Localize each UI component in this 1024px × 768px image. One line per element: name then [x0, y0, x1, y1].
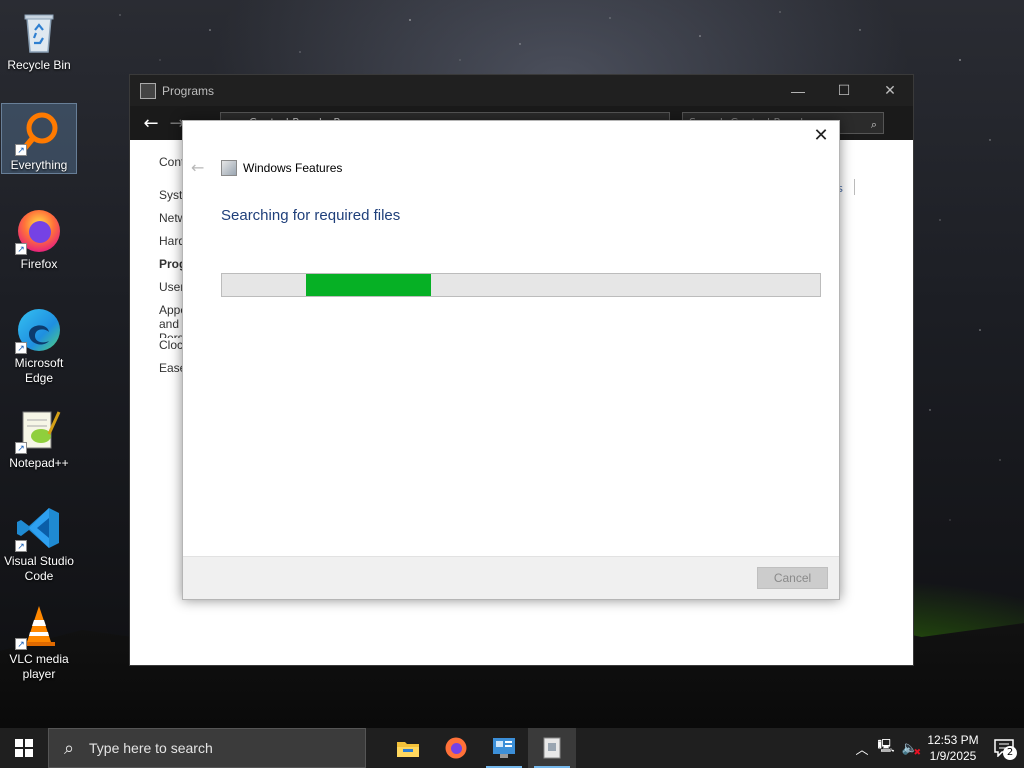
search-placeholder: Type here to search	[89, 740, 213, 756]
notepad-plus-plus-icon: ↗	[15, 406, 63, 454]
sidebar-item-users[interactable]: User Accounts	[159, 280, 182, 303]
taskbar: ⌕ Type here to search ︿ 🖳 🔈 ✖ 12:53 PM 1/…	[0, 728, 1024, 768]
taskbar-windows-features[interactable]	[528, 728, 576, 768]
shortcut-arrow-icon: ↗	[15, 638, 27, 650]
desktop-icon-notepadpp[interactable]: ↗ Notepad++	[2, 402, 76, 472]
back-arrow-icon[interactable]: ←	[138, 113, 164, 134]
desktop-icon-vlc[interactable]: ↗ VLC media player	[2, 598, 76, 684]
desktop-icon-label: Everything	[10, 158, 68, 172]
network-icon[interactable]: 🖳	[874, 737, 898, 759]
vlc-cone-icon: ↗	[15, 602, 63, 650]
shortcut-arrow-icon: ↗	[15, 540, 27, 552]
control-panel-icon	[493, 738, 515, 758]
desktop-icon-label: Visual Studio Code	[4, 554, 74, 583]
back-arrow-icon: ←	[191, 158, 205, 177]
desktop-icon-recycle-bin[interactable]: Recycle Bin	[2, 4, 76, 76]
file-explorer-icon	[397, 742, 419, 757]
minimize-button[interactable]: —	[775, 75, 821, 106]
search-icon: ⌕	[63, 737, 75, 758]
taskbar-search-input[interactable]: ⌕ Type here to search	[48, 728, 366, 768]
sidebar-item-appearance[interactable]: Appearance and Personalization	[159, 303, 182, 338]
control-panel-titlebar[interactable]: Programs — ☐ ✕	[130, 75, 913, 106]
search-icon: ⌕	[870, 118, 877, 131]
everything-search-icon: ↗	[15, 108, 63, 156]
sidebar-item-ease[interactable]: Ease of Access	[159, 361, 182, 384]
windows-features-icon	[543, 737, 561, 759]
sidebar-item-system[interactable]: System and Security	[159, 188, 182, 211]
notification-count-badge: 2	[1003, 746, 1017, 760]
taskbar-file-explorer[interactable]	[384, 728, 432, 768]
desktop-icon-label: VLC media player	[9, 652, 69, 681]
shortcut-arrow-icon: ↗	[15, 342, 27, 354]
desktop-icon-edge[interactable]: ↗ Microsoft Edge	[2, 302, 76, 388]
sidebar-item-home[interactable]: Control Panel Home	[159, 155, 182, 178]
clock[interactable]: 12:53 PM 1/9/2025	[922, 732, 984, 764]
window-title: Programs	[162, 83, 215, 98]
desktop-icon-label: Notepad++	[9, 456, 69, 470]
taskbar-firefox[interactable]	[432, 728, 480, 768]
vscode-icon: ↗	[15, 504, 63, 552]
control-panel-sidebar: Control Panel Home System and Security N…	[159, 155, 182, 384]
divider	[854, 179, 855, 195]
notification-center-button[interactable]: 2	[984, 728, 1024, 768]
progress-fill	[305, 274, 432, 296]
sidebar-item-programs[interactable]: Programs	[159, 257, 182, 280]
volume-muted-icon[interactable]: 🔈 ✖	[898, 741, 922, 758]
windows-logo-icon	[15, 739, 33, 757]
control-panel-icon	[140, 82, 156, 99]
progress-bar	[221, 273, 821, 297]
maximize-button[interactable]: ☐	[821, 75, 867, 106]
desktop-icon-label: Microsoft Edge	[14, 356, 64, 385]
cancel-button[interactable]: Cancel	[757, 567, 828, 589]
desktop-icon-label: Recycle Bin	[7, 58, 71, 72]
desktop-icon-vscode[interactable]: ↗ Visual Studio Code	[2, 500, 76, 586]
recycle-bin-icon	[15, 8, 63, 56]
dialog-footer: Cancel	[183, 556, 839, 599]
desktop-icon-everything[interactable]: ↗ Everything	[1, 103, 77, 174]
start-button[interactable]	[0, 728, 48, 768]
status-text: Searching for required files	[221, 207, 401, 224]
dialog-header: ← Windows Features	[191, 158, 342, 177]
shortcut-arrow-icon: ↗	[15, 442, 27, 454]
chevron-up-icon[interactable]: ︿	[850, 739, 874, 758]
clock-date: 1/9/2025	[929, 749, 977, 763]
shortcut-arrow-icon: ↗	[15, 144, 27, 156]
system-tray: ︿ 🖳 🔈 ✖ 12:53 PM 1/9/2025 2	[850, 728, 1024, 768]
dialog-title: Windows Features	[243, 160, 343, 175]
clock-time: 12:53 PM	[927, 733, 979, 747]
windows-features-icon	[221, 159, 237, 176]
shortcut-arrow-icon: ↗	[15, 243, 27, 255]
desktop-icon-label: Firefox	[20, 257, 58, 271]
close-icon[interactable]: ✕	[811, 127, 831, 147]
taskbar-control-panel[interactable]	[480, 728, 528, 768]
edge-icon: ↗	[15, 306, 63, 354]
sidebar-item-hardware[interactable]: Hardware and Sound	[159, 234, 182, 257]
firefox-icon	[445, 737, 467, 759]
sidebar-item-clock[interactable]: Clock and Region	[159, 338, 182, 361]
close-button[interactable]: ✕	[867, 75, 913, 106]
sidebar-item-network[interactable]: Network and Internet	[159, 211, 182, 234]
windows-features-dialog: ✕ ← Windows Features Searching for requi…	[182, 120, 840, 600]
desktop-icon-firefox[interactable]: ↗ Firefox	[2, 203, 76, 273]
firefox-icon: ↗	[15, 207, 63, 255]
